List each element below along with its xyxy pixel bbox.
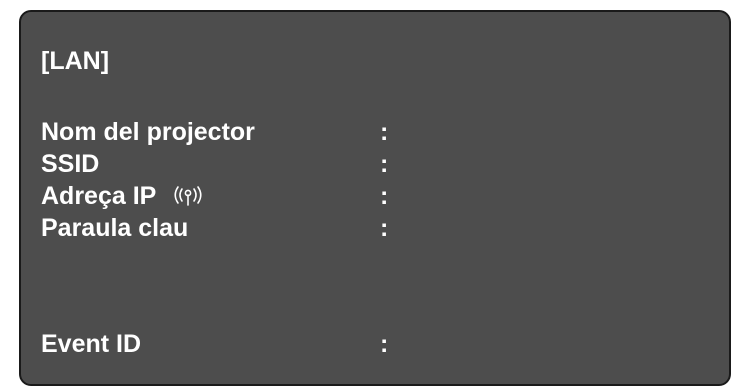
ip-address-label: Adreça IP	[41, 182, 156, 210]
event-id-label: Event ID	[41, 330, 142, 358]
separator-colon: :	[380, 330, 389, 358]
password-label: Paraula clau	[41, 214, 189, 242]
separator-colon: :	[380, 182, 389, 210]
ssid-label: SSID	[41, 150, 100, 178]
panel-title: [LAN]	[41, 47, 110, 75]
separator-colon: :	[380, 150, 389, 178]
projector-name-label: Nom del projector	[41, 118, 255, 146]
separator-colon: :	[380, 214, 389, 242]
wireless-signal-icon	[174, 186, 202, 206]
lan-info-panel: [LAN] Nom del projector : SSID : Adreça …	[19, 10, 731, 386]
ip-address-label-group: Adreça IP	[41, 182, 205, 210]
separator-colon: :	[380, 118, 389, 146]
